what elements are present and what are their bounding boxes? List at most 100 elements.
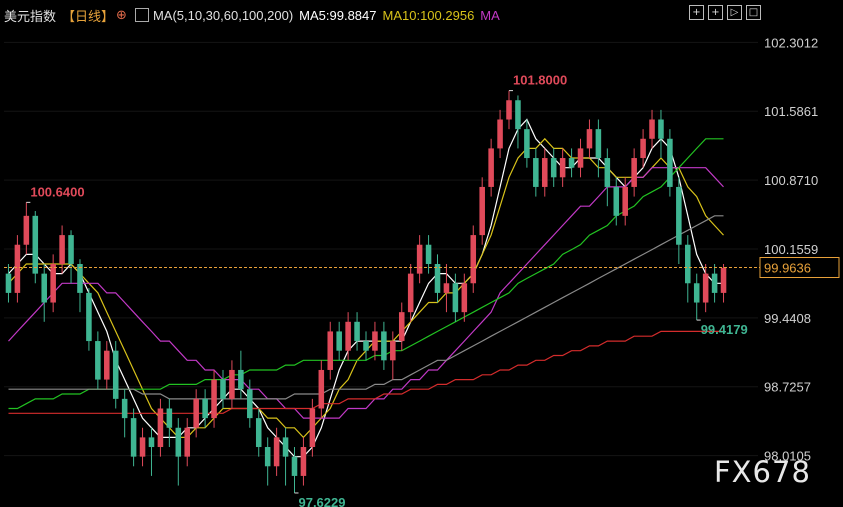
- candle-body-44: [398, 312, 405, 342]
- candle-body-35: [318, 369, 325, 409]
- play-tool-icon[interactable]: ▷: [727, 5, 742, 20]
- candle-body-49: [443, 283, 450, 293]
- ma-setting-label[interactable]: MA(5,10,30,60,100,200): [153, 8, 293, 23]
- ma-more-label: MA: [480, 7, 500, 23]
- candle-body-34: [309, 408, 316, 448]
- candle-74: [667, 129, 673, 197]
- candle-body-54: [488, 148, 494, 187]
- candle-body-18: [166, 408, 173, 428]
- candle-body-76: [685, 244, 691, 284]
- annotation-label-0: 101.8000: [513, 73, 567, 88]
- candle-body-12: [112, 350, 119, 399]
- candle-body-75: [676, 186, 682, 245]
- candle-body-31: [282, 437, 289, 457]
- candle-body-1: [14, 244, 21, 293]
- candle-body-42: [381, 331, 387, 361]
- candle-body-3: [32, 215, 39, 274]
- candle-body-22: [202, 398, 208, 419]
- crosshair-tool-icon[interactable]: +: [689, 5, 704, 20]
- candle-1: [14, 235, 21, 303]
- candle-body-61: [550, 158, 557, 178]
- candle-body-79: [711, 273, 718, 293]
- candle-body-60: [541, 158, 548, 187]
- candle-body-57: [515, 100, 521, 130]
- candle-body-10: [95, 341, 101, 380]
- candle-body-5: [50, 264, 56, 303]
- candle-body-24: [220, 379, 226, 399]
- candle-body-28: [255, 418, 262, 448]
- candle-body-21: [193, 398, 199, 428]
- candle-body-70: [631, 158, 637, 187]
- y-tick-label-4: 99.4408: [764, 311, 811, 326]
- candle-body-23: [211, 379, 217, 419]
- candle-body-9: [86, 292, 92, 342]
- candle-body-78: [702, 273, 709, 303]
- candle-52: [470, 225, 477, 293]
- candle-body-8: [77, 264, 83, 293]
- candle-body-51: [461, 283, 468, 313]
- candle-53: [479, 177, 485, 245]
- candle-body-67: [604, 158, 611, 187]
- candle-body-77: [693, 283, 700, 303]
- candle-body-69: [622, 186, 628, 216]
- candle-3: [32, 211, 39, 284]
- candle-body-15: [139, 437, 146, 457]
- candle-body-53: [479, 186, 485, 236]
- candle-body-50: [452, 283, 459, 313]
- candle-body-2: [23, 215, 30, 245]
- chart-toolbar: + + ▷ □: [689, 5, 761, 20]
- candle-body-71: [640, 138, 646, 159]
- annotation-label-2: 99.4179: [701, 322, 748, 337]
- candle-body-58: [524, 129, 530, 159]
- candle-body-11: [104, 350, 110, 380]
- candle-body-37: [336, 331, 342, 351]
- candle-body-16: [148, 437, 155, 448]
- candle-body-6: [59, 235, 65, 264]
- candle-body-73: [658, 119, 664, 139]
- candle-body-26: [238, 369, 244, 390]
- candle-body-55: [497, 119, 503, 149]
- candle-body-27: [247, 389, 253, 419]
- y-tick-label-2: 100.8710: [764, 173, 818, 188]
- candle-12: [112, 341, 119, 409]
- ma5-value: MA5:99.8847: [299, 7, 377, 23]
- candle-body-33: [300, 447, 307, 476]
- candle-body-68: [613, 186, 620, 216]
- watermark: FX678: [714, 455, 811, 489]
- candle-body-32: [291, 456, 298, 476]
- candle-body-66: [595, 129, 602, 159]
- candle-body-64: [577, 148, 584, 168]
- candle-body-7: [68, 235, 74, 264]
- zoom-in-tool-icon[interactable]: +: [708, 5, 723, 20]
- y-tick-label-3: 100.1559: [764, 242, 818, 257]
- crosshair-icon[interactable]: ⊕: [116, 7, 127, 23]
- candle-body-0: [5, 273, 12, 293]
- candle-body-13: [121, 398, 128, 419]
- chart-header: 美元指数 【日线】 ⊕ MA(5,10,30,60,100,200) MA5:9…: [4, 4, 506, 26]
- candle-body-19: [175, 427, 182, 457]
- candle-body-63: [568, 158, 575, 168]
- y-tick-label-5: 98.7257: [764, 380, 811, 395]
- y-tick-label-0: 102.3012: [764, 35, 818, 50]
- candle-body-4: [41, 273, 47, 303]
- candle-body-59: [533, 158, 539, 187]
- candle-body-25: [229, 369, 235, 399]
- candle-body-48: [434, 264, 441, 293]
- annotation-label-1: 100.6400: [30, 184, 84, 199]
- candle-body-62: [559, 158, 566, 178]
- candle-body-43: [390, 341, 396, 361]
- candle-body-45: [407, 273, 414, 313]
- candle-body-41: [372, 331, 378, 351]
- expand-tool-icon[interactable]: □: [746, 5, 761, 20]
- period-selector[interactable]: 【日线】: [62, 6, 114, 25]
- instrument-name: 美元指数: [4, 8, 57, 24]
- candle-body-36: [327, 331, 334, 370]
- candle-body-72: [649, 119, 655, 139]
- candle-body-56: [506, 100, 512, 120]
- candle-body-65: [586, 129, 593, 149]
- indicator-chart-icon[interactable]: [134, 8, 149, 22]
- candle-body-30: [273, 437, 280, 467]
- candlestick-chart[interactable]: 99.9636 102.3012 101.5861 100.8710 100.1559…: [0, 0, 843, 507]
- candle-body-38: [345, 321, 351, 351]
- annotation-label-3: 97.6229: [298, 495, 345, 507]
